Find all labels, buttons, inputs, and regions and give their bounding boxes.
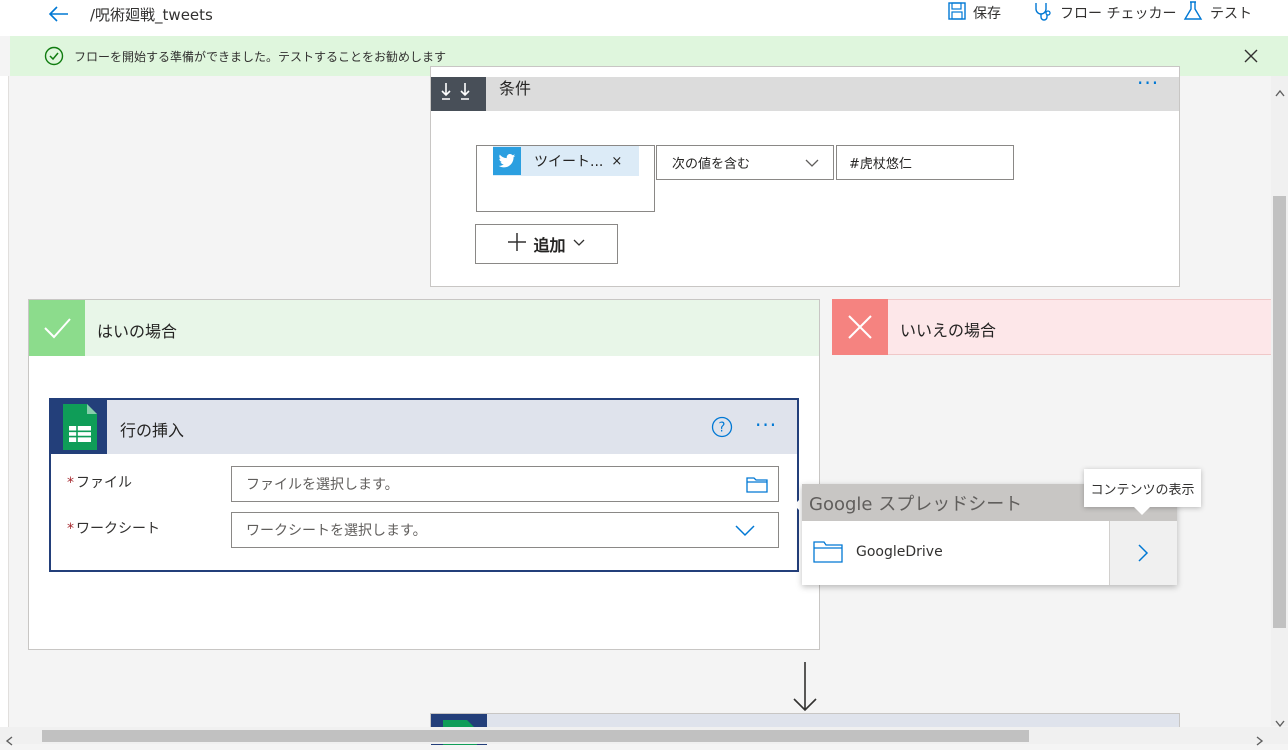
condition-value: #虎杖悠仁 — [849, 157, 912, 172]
worksheet-dropdown[interactable]: ワークシートを選択します。 — [231, 512, 779, 548]
command-bar: /呪術廻戦_tweets 保存 フロー チェッカー テスト — [0, 0, 1288, 36]
condition-left-operand[interactable]: ツイート... × — [476, 145, 655, 212]
operator-dropdown[interactable]: 次の値を含む — [656, 145, 834, 180]
save-button[interactable]: 保存 — [947, 2, 1001, 24]
worksheet-label-text: ワークシート — [76, 521, 160, 537]
save-icon — [947, 1, 967, 25]
horizontal-scroll-thumb[interactable] — [42, 730, 1029, 742]
add-label: 追加 — [533, 236, 566, 255]
chevron-down-icon — [734, 522, 756, 542]
insert-row-title: 行の挿入 — [120, 421, 185, 440]
file-label-text: ファイル — [76, 475, 132, 491]
google-sheets-icon — [51, 400, 107, 454]
token-label: ツイート... — [534, 154, 604, 170]
vertical-scroll-thumb[interactable] — [1273, 196, 1286, 628]
condition-value-input[interactable]: #虎杖悠仁 — [836, 145, 1014, 180]
dynamic-content-token[interactable]: ツイート... × — [493, 146, 639, 176]
file-field-label: * ファイル — [67, 472, 132, 492]
arrow-down-icon — [792, 662, 818, 718]
operator-value: 次の値を含む — [672, 157, 751, 172]
required-mark: * — [67, 475, 74, 491]
worksheet-placeholder: ワークシートを選択します。 — [246, 523, 427, 539]
no-branch-title: いいえの場合 — [900, 321, 997, 340]
flow-title: /呪術廻戦_tweets — [90, 6, 213, 24]
test-label: テスト — [1210, 6, 1252, 22]
chevron-down-icon — [804, 155, 820, 175]
worksheet-field-label: * ワークシート — [67, 518, 160, 538]
file-placeholder: ファイルを選択します。 — [246, 477, 399, 493]
flask-icon — [1182, 0, 1204, 26]
folder-icon[interactable] — [746, 475, 768, 497]
file-picker-input[interactable]: ファイルを選択します。 — [231, 466, 779, 502]
tooltip-text: コンテンツの表示 — [1090, 482, 1195, 498]
check-circle-icon — [44, 46, 64, 66]
vertical-scrollbar[interactable] — [1271, 76, 1288, 728]
tooltip: コンテンツの表示 — [1084, 469, 1201, 507]
stethoscope-icon — [1032, 0, 1054, 26]
twitter-icon — [493, 147, 521, 175]
required-mark: * — [67, 521, 74, 537]
condition-card: 条件 ··· ツイート... × 次の値を含む #虎杖悠仁 追加 — [430, 66, 1180, 287]
svg-text:?: ? — [719, 421, 726, 436]
close-icon[interactable] — [1244, 48, 1258, 67]
add-button[interactable]: 追加 — [475, 224, 618, 264]
banner-message: フローを開始する準備ができました。テストすることをお勧めします — [74, 49, 447, 64]
scroll-up-icon[interactable] — [1275, 82, 1285, 101]
scroll-left-icon[interactable] — [5, 731, 13, 750]
help-icon[interactable]: ? — [711, 416, 733, 438]
navigate-folder-button[interactable] — [1109, 521, 1177, 585]
flow-checker-label: フロー チェッカー — [1060, 6, 1177, 22]
check-icon — [29, 300, 85, 356]
x-icon — [832, 299, 888, 355]
tooltip-pointer — [1134, 507, 1150, 515]
condition-header[interactable] — [431, 77, 1179, 111]
horizontal-scrollbar[interactable] — [0, 727, 1271, 746]
back-arrow-icon[interactable] — [44, 2, 74, 26]
condition-menu-button[interactable]: ··· — [1137, 73, 1159, 93]
folder-icon — [813, 539, 843, 567]
save-label: 保存 — [973, 6, 1001, 22]
condition-icon — [431, 77, 486, 111]
chevron-right-icon — [1137, 543, 1149, 567]
condition-title: 条件 — [499, 79, 532, 98]
insert-row-card: 行の挿入 ? ··· * ファイル ファイルを選択します。 * ワークシート ワーク… — [49, 398, 799, 572]
canvas-left-edge — [0, 76, 9, 744]
insert-row-menu-button[interactable]: ··· — [755, 415, 777, 435]
scroll-right-icon[interactable] — [1256, 731, 1264, 750]
scrollbar-corner — [1271, 727, 1288, 744]
yes-branch-title: はいの場合 — [97, 322, 178, 341]
flow-checker-button[interactable]: フロー チェッカー — [1032, 2, 1176, 24]
chevron-down-icon — [572, 235, 586, 254]
test-button[interactable]: テスト — [1182, 0, 1252, 26]
plus-icon — [507, 232, 527, 256]
google-drive-item[interactable]: GoogleDrive — [856, 544, 943, 560]
token-remove-button[interactable]: × — [611, 154, 622, 169]
